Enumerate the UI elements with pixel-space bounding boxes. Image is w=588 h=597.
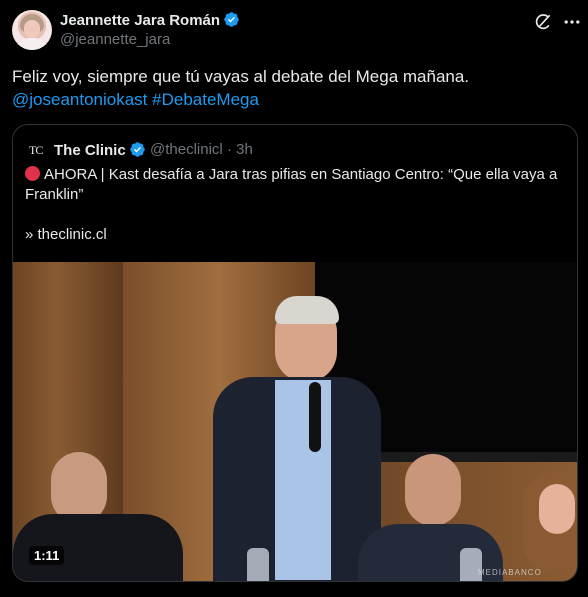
verified-icon: [224, 12, 239, 27]
quote-time[interactable]: 3h: [236, 141, 253, 158]
speaker-shirt: [275, 380, 331, 580]
post: Jeannette Jara Román @jeannette_jara Fel…: [0, 0, 588, 597]
quote-handle-time: @theclinicl · 3h: [150, 141, 253, 158]
grok-icon[interactable]: [533, 12, 553, 32]
red-circle-icon: [25, 166, 40, 181]
more-icon[interactable]: [562, 12, 582, 32]
quote-text: AHORA | Kast desafía a Jara tras pifias …: [25, 165, 565, 205]
quote-author-name[interactable]: The Clinic: [54, 142, 126, 159]
quote-link[interactable]: » theclinic.cl: [25, 226, 107, 243]
post-text-plain: Feliz voy, siempre que tú vayas al debat…: [12, 67, 470, 86]
author-avatar[interactable]: [12, 10, 52, 50]
author-name[interactable]: Jeannette Jara Román: [60, 12, 220, 29]
author-handle[interactable]: @jeannette_jara: [60, 31, 170, 48]
speaker-hair: [275, 296, 339, 324]
quote-text-body: AHORA | Kast desafía a Jara tras pifias …: [25, 166, 558, 203]
mention-link[interactable]: @joseantoniokast: [12, 90, 147, 109]
microphone-icon: [309, 382, 321, 452]
verified-icon: [129, 142, 145, 157]
author-name-line[interactable]: Jeannette Jara Román: [60, 11, 240, 29]
video-watermark: MEDIABANCO: [478, 568, 542, 577]
video-player[interactable]: 1:11 MEDIABANCO: [13, 262, 577, 581]
post-text: Feliz voy, siempre que tú vayas al debat…: [12, 65, 572, 111]
water-bottle: [247, 548, 269, 581]
quoted-post[interactable]: TC The Clinic @theclinicl · 3h AHORA | K…: [12, 124, 578, 582]
quote-avatar[interactable]: TC: [29, 143, 49, 157]
hashtag-link[interactable]: #DebateMega: [152, 90, 259, 109]
video-duration: 1:11: [29, 546, 65, 565]
quote-author-name-line[interactable]: The Clinic: [54, 141, 146, 159]
right-man-head: [405, 454, 461, 526]
time-separator: ·: [226, 141, 232, 158]
woman-face: [539, 484, 575, 534]
quote-handle[interactable]: @theclinicl: [150, 141, 223, 158]
